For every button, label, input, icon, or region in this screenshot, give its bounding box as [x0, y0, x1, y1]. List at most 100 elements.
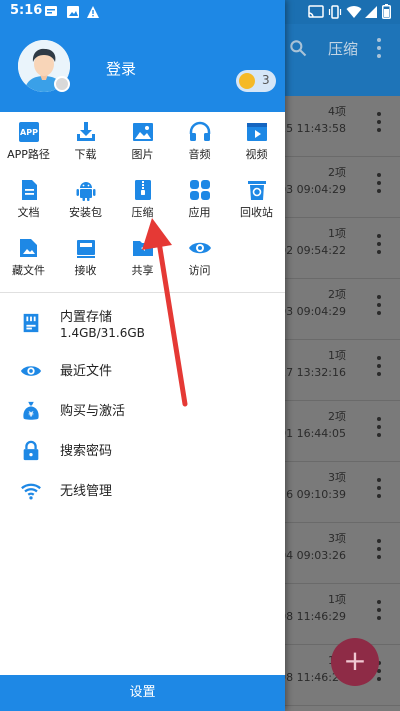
item-count: 2项 [328, 288, 346, 301]
item-count: 1项 [328, 593, 346, 606]
add-fab-button[interactable]: + [331, 638, 379, 686]
headphones-icon [189, 121, 210, 141]
item-count: 3项 [328, 532, 346, 545]
receive-icon [76, 240, 95, 258]
battery-icon [382, 4, 391, 19]
grid-item-label: 文档 [17, 206, 40, 219]
hidden-file-icon [19, 239, 37, 257]
category-grid: APP APP路径 下载 图片 音频 视频 文档 安装包 压缩 应用 回收站 藏… [0, 112, 285, 292]
item-count: 3项 [328, 471, 346, 484]
grid-item-label: 图片 [131, 148, 154, 161]
wifi-icon [21, 483, 41, 500]
divider [0, 292, 285, 293]
more-vertical-icon[interactable] [376, 539, 382, 561]
download-icon [76, 122, 95, 141]
share-icon [132, 241, 153, 256]
grid-item-receive[interactable]: 接收 [57, 230, 114, 286]
warning-icon [87, 6, 99, 18]
eye-icon [188, 242, 211, 254]
grid-item-hidden-files[interactable]: 藏文件 [0, 230, 57, 286]
grid-item-label: APP路径 [7, 148, 50, 161]
grid-item-label: 压缩 [131, 206, 154, 219]
wifi-status-icon [346, 6, 362, 19]
message-icon [45, 6, 57, 16]
more-vertical-icon[interactable] [376, 234, 382, 256]
grid-item-label: 应用 [188, 206, 211, 219]
grid-item-recycle-bin[interactable]: 回收站 [228, 172, 285, 228]
more-vertical-icon[interactable] [376, 295, 382, 317]
grid-item-share[interactable]: 共享 [114, 230, 171, 286]
menu-item-label: 最近文件 [60, 364, 113, 379]
item-count: 2项 [328, 410, 346, 423]
grid-item-label: 安装包 [69, 206, 102, 219]
eye-icon [20, 366, 42, 376]
grid-item-audio[interactable]: 音频 [171, 114, 228, 170]
money-bag-icon: ¥ [23, 401, 39, 420]
svg-text:¥: ¥ [28, 410, 34, 419]
document-icon [21, 180, 37, 200]
lock-icon [23, 440, 39, 461]
video-icon [246, 123, 267, 141]
image-icon [132, 123, 153, 141]
apps-icon [189, 180, 210, 200]
settings-button[interactable]: 设置 [0, 675, 285, 711]
grid-item-label: 访问 [188, 264, 211, 277]
more-vertical-icon[interactable] [376, 173, 382, 195]
status-bar: 5:16 [0, 0, 400, 24]
grid-item-label: 共享 [131, 264, 154, 277]
grid-item-label: 藏文件 [12, 264, 45, 277]
avatar-badge [54, 76, 70, 92]
item-count: 2项 [328, 166, 346, 179]
vibrate-icon [328, 5, 342, 19]
more-vertical-icon[interactable] [372, 36, 386, 60]
recycle-icon [247, 181, 266, 200]
menu-item-search-password[interactable]: 搜索密码 [0, 430, 285, 470]
search-icon[interactable] [288, 38, 308, 58]
item-count: 1项 [328, 349, 346, 362]
navigation-drawer: 登录 3 APP APP路径 下载 图片 音频 视频 文档 安装包 压缩 应用 … [0, 0, 285, 711]
coin-icon [239, 73, 255, 89]
grid-item-download[interactable]: 下载 [57, 114, 114, 170]
cast-icon [308, 5, 324, 18]
app-icon: APP [18, 122, 39, 142]
menu-item-label: 搜索密码 [60, 444, 113, 459]
grid-item-app-path[interactable]: APP APP路径 [0, 114, 57, 170]
more-vertical-icon[interactable] [376, 600, 382, 622]
login-link[interactable]: 登录 [106, 58, 136, 79]
grid-item-apk[interactable]: 安装包 [57, 172, 114, 228]
grid-item-label: 下载 [74, 148, 97, 161]
status-time: 5:16 [10, 3, 43, 18]
menu-item-label: 无线管理 [60, 484, 113, 499]
more-vertical-icon[interactable] [376, 478, 382, 500]
grid-item-document[interactable]: 文档 [0, 172, 57, 228]
storage-usage-text: 1.4GB/31.6GB [60, 326, 145, 340]
item-count: 1项 [328, 227, 346, 240]
coin-count: 3 [262, 73, 270, 87]
more-vertical-icon[interactable] [376, 112, 382, 134]
signal-icon [365, 6, 377, 18]
grid-item-video[interactable]: 视频 [228, 114, 285, 170]
coin-balance-badge[interactable]: 3 [236, 70, 276, 92]
grid-item-label: 接收 [74, 264, 97, 277]
photo-notification-icon [67, 6, 79, 18]
grid-item-label: 回收站 [240, 206, 273, 219]
background-title: 压缩 [328, 40, 359, 58]
android-icon [76, 182, 95, 201]
grid-item-image[interactable]: 图片 [114, 114, 171, 170]
item-count: 4项 [328, 105, 346, 118]
grid-item-access[interactable]: 访问 [171, 230, 228, 286]
plus-icon: + [343, 644, 367, 677]
grid-item-label: 视频 [245, 148, 268, 161]
more-vertical-icon[interactable] [376, 356, 382, 378]
sd-card-icon [23, 313, 39, 333]
grid-item-apps[interactable]: 应用 [171, 172, 228, 228]
menu-item-label: 内置存储 [60, 310, 113, 325]
grid-item-zip[interactable]: 压缩 [114, 172, 171, 228]
settings-label: 设置 [129, 685, 156, 700]
menu-item-wireless[interactable]: 无线管理 [0, 470, 285, 510]
menu-item-purchase[interactable]: ¥ 购买与激活 [0, 390, 285, 430]
grid-item-label: 音频 [188, 148, 211, 161]
svg-text:APP: APP [20, 128, 38, 137]
menu-item-recent-files[interactable]: 最近文件 [0, 350, 285, 390]
more-vertical-icon[interactable] [376, 417, 382, 439]
